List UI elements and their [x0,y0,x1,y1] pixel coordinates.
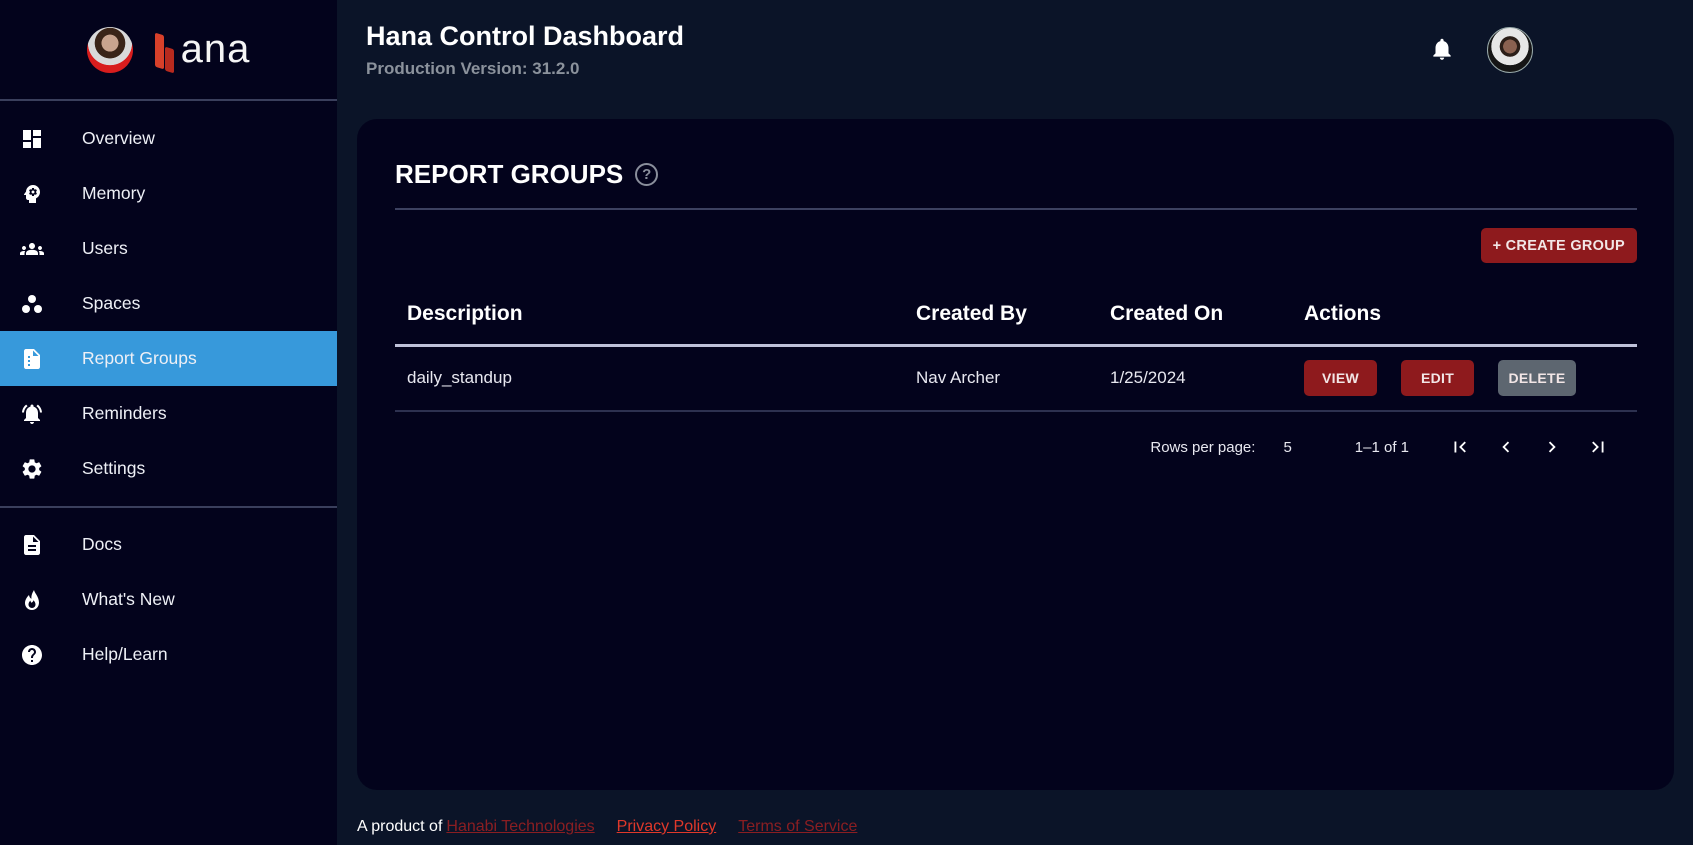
sidebar-item-label: Spaces [82,293,141,313]
view-button[interactable]: VIEW [1304,360,1377,397]
sidebar-item-label: Overview [82,128,155,148]
terms-of-service-link[interactable]: Terms of Service [738,818,857,836]
report-file-icon [0,347,82,371]
alarm-bell-icon [0,402,82,426]
sidebar-item-label: Memory [82,183,146,203]
sidebar-item-label: Reminders [82,403,167,423]
title-divider [395,208,1637,210]
sidebar-item-whats-new[interactable]: What's New [0,572,337,627]
sidebar-divider [0,506,337,508]
logo-h-mark-icon [155,34,177,72]
cell-actions: VIEW EDIT DELETE [1292,345,1637,412]
last-page-icon[interactable] [1575,432,1621,462]
column-header-actions: Actions [1292,284,1637,347]
logo-text: ana [180,27,251,71]
edit-button[interactable]: EDIT [1401,360,1474,397]
document-icon [0,533,82,557]
footer-prefix: A product of [357,818,443,835]
sidebar-item-label: Docs [82,534,122,554]
table-pagination: Rows per page: 5 1–1 of 1 [1150,432,1621,462]
sidebar-item-reminders[interactable]: Reminders [0,386,337,441]
create-group-button[interactable]: + CREATE GROUP [1480,228,1637,263]
user-avatar[interactable] [1487,27,1533,73]
sidebar-item-label: Help/Learn [82,644,168,664]
assistant-avatar [86,26,133,73]
bell-icon[interactable] [1429,36,1455,62]
column-header-created-on: Created On [1098,284,1292,347]
fire-icon [0,588,82,612]
page-title: REPORT GROUPS ? [395,159,659,190]
footer: A product of Hanabi Technologies Privacy… [357,818,857,836]
help-circle-icon [0,643,82,667]
hana-logo[interactable]: ana [155,27,251,72]
sidebar-item-memory[interactable]: Memory [0,166,337,221]
sidebar-item-label: Settings [82,458,146,478]
sidebar-secondary-nav: Docs What's New Help/Learn [0,517,337,682]
delete-button[interactable]: DELETE [1498,360,1576,397]
cell-description: daily_standup [395,345,904,412]
page-range-label: 1–1 of 1 [1354,438,1409,456]
sidebar-item-overview[interactable]: Overview [0,111,337,166]
help-icon[interactable]: ? [635,163,659,186]
brand-header: ana [0,0,337,101]
sidebar-item-settings[interactable]: Settings [0,441,337,496]
column-header-description: Description [395,284,904,347]
top-header: Hana Control Dashboard Production Versio… [337,0,1693,101]
users-group-icon [0,237,82,261]
sidebar: ana Overview Memory Users Spaces Report … [0,0,337,845]
cell-created-on: 1/25/2024 [1098,345,1292,412]
sidebar-item-label: Users [82,238,128,258]
sidebar-item-label: Report Groups [82,348,197,368]
sidebar-nav: Overview Memory Users Spaces Report Grou… [0,101,337,496]
table-header-row: Description Created By Created On Action… [395,284,1637,347]
report-groups-card: REPORT GROUPS ? + CREATE GROUP Descripti… [357,119,1674,790]
sidebar-item-help-learn[interactable]: Help/Learn [0,627,337,682]
company-link[interactable]: Hanabi Technologies [446,818,594,836]
brain-head-icon [0,182,82,206]
cell-created-by: Nav Archer [904,345,1098,412]
sidebar-item-spaces[interactable]: Spaces [0,276,337,331]
sidebar-item-users[interactable]: Users [0,221,337,276]
privacy-policy-link[interactable]: Privacy Policy [617,818,717,836]
rows-per-page-label: Rows per page: [1150,438,1256,456]
first-page-icon[interactable] [1437,432,1483,462]
version-label: Production Version: 31.2.0 [366,59,580,78]
workspaces-icon [0,292,82,316]
dashboard-icon [0,127,82,151]
table-row: daily_standup Nav Archer 1/25/2024 VIEW E… [395,345,1637,412]
page-title-text: REPORT GROUPS [395,159,624,189]
previous-page-icon[interactable] [1483,432,1529,462]
app-title: Hana Control Dashboard [366,21,685,51]
sidebar-item-docs[interactable]: Docs [0,517,337,572]
report-groups-table: Description Created By Created On Action… [395,284,1637,412]
rows-per-page-select[interactable]: 5 [1283,439,1291,456]
gear-icon [0,457,82,481]
column-header-created-by: Created By [904,284,1098,347]
sidebar-item-label: What's New [82,589,175,609]
next-page-icon[interactable] [1529,432,1575,462]
sidebar-item-report-groups[interactable]: Report Groups [0,331,337,386]
